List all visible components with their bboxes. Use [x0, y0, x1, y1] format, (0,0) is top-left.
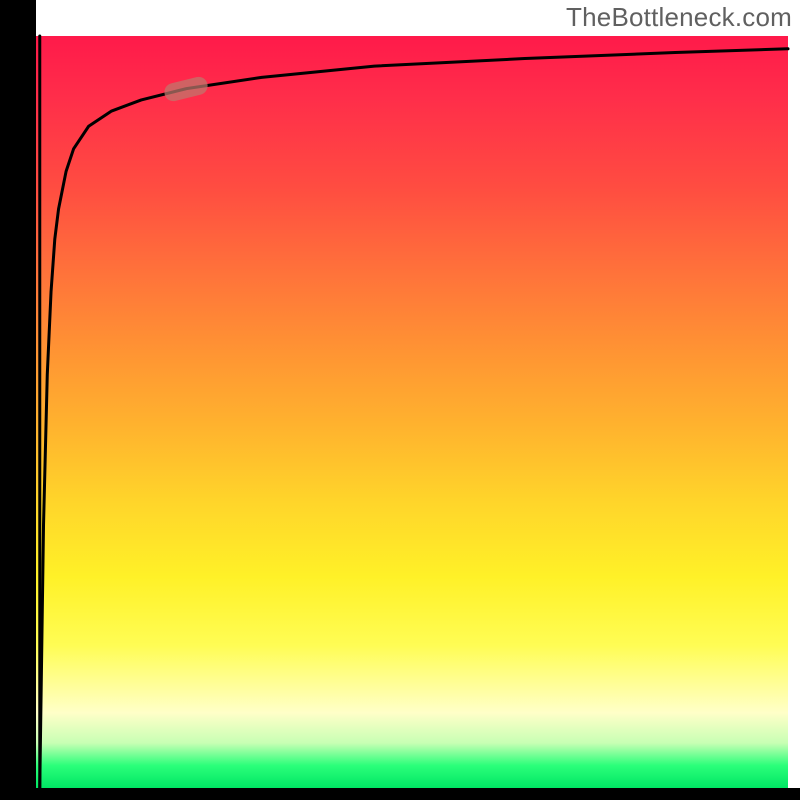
curve-group — [40, 36, 788, 788]
curve-layer — [0, 0, 800, 800]
series-curve — [40, 49, 788, 788]
chart-root: TheBottleneck.com — [0, 0, 800, 800]
